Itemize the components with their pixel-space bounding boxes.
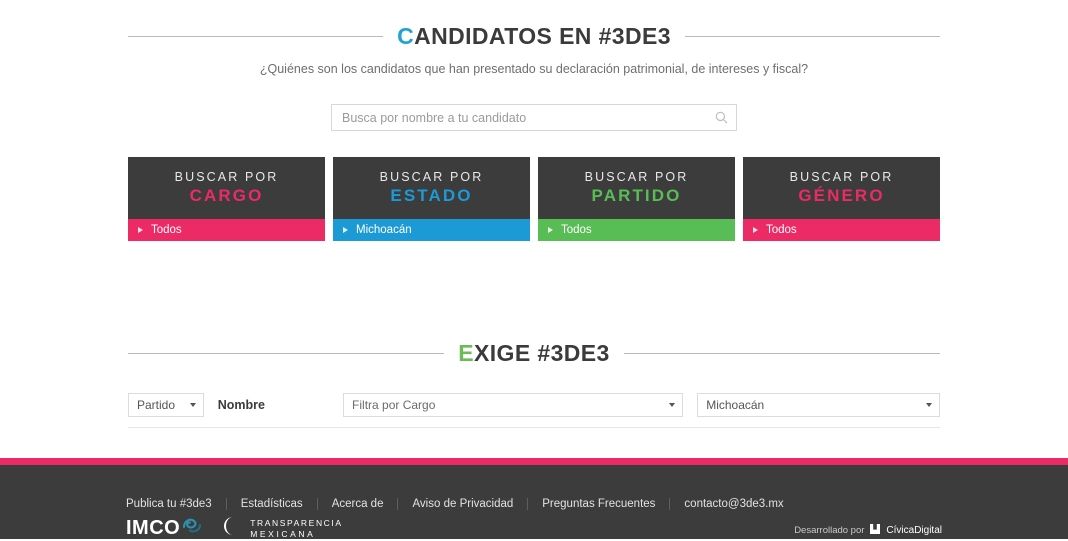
filter-card-partido-line1: BUSCAR POR <box>584 170 689 184</box>
partido-select-value: Partido <box>137 398 176 412</box>
results-filter-row: Partido Nombre Filtra por Cargo Michoacá… <box>128 393 940 417</box>
chevron-down-icon <box>926 403 932 407</box>
exige-title-rest: XIGE #3DE3 <box>474 340 610 366</box>
heading-rule-left <box>128 36 384 37</box>
estado-select[interactable]: Michoacán <box>697 393 940 417</box>
page-subtitle: ¿Quiénes son los candidatos que han pres… <box>259 62 809 76</box>
filter-card-estado[interactable]: BUSCAR POR ESTADO Michoacán <box>333 157 530 241</box>
triangle-icon <box>343 227 348 233</box>
footer-link-estadisticas[interactable]: Estadísticas <box>225 498 317 510</box>
cargo-select[interactable]: Filtra por Cargo <box>343 393 684 417</box>
filter-card-partido-value: Todos <box>561 224 592 236</box>
triangle-icon <box>548 227 553 233</box>
filter-card-genero-line2: GÉNERO <box>798 186 885 205</box>
search-bar[interactable] <box>331 104 737 131</box>
civica-digital-icon <box>870 524 881 537</box>
transparencia-line2: MEXICANA <box>250 528 316 539</box>
search-icon <box>715 111 728 124</box>
cargo-select-value: Filtra por Cargo <box>352 398 436 412</box>
footer-logos: IMCO TRANSPARENCIA MEXICANA <box>126 516 343 541</box>
search-button[interactable] <box>706 105 736 130</box>
estado-select-value: Michoacán <box>706 398 765 412</box>
imco-logo-text: IMCO <box>126 517 181 539</box>
filter-card-cargo-line1: BUSCAR POR <box>174 170 279 184</box>
footer-credit: Desarrollado por CívicaDigital <box>794 524 942 537</box>
filter-card-partido-value-bar[interactable]: Todos <box>538 219 735 241</box>
triangle-icon <box>138 227 143 233</box>
page-title-rest: ANDIDATOS EN #3DE3 <box>414 23 671 49</box>
transparencia-mark-icon <box>223 516 243 541</box>
filter-cards: BUSCAR POR CARGO Todos BUSCAR POR ESTADO… <box>128 157 940 241</box>
exige-rule-right <box>623 353 940 354</box>
filter-card-cargo-head: BUSCAR POR CARGO <box>128 157 325 219</box>
transparencia-mexicana-logo[interactable]: TRANSPARENCIA MEXICANA <box>223 516 342 541</box>
credit-prefix: Desarrollado por <box>794 525 865 536</box>
filter-card-genero[interactable]: BUSCAR POR GÉNERO Todos <box>743 157 940 241</box>
credit-name[interactable]: CívicaDigital <box>886 525 942 536</box>
form-divider <box>128 427 940 428</box>
filter-card-genero-value: Todos <box>766 224 797 236</box>
footer-link-faq[interactable]: Preguntas Frecuentes <box>527 498 669 510</box>
heading-rule-right <box>684 36 940 37</box>
chevron-down-icon <box>669 403 676 407</box>
chevron-down-icon <box>189 403 196 407</box>
page-title: CANDIDATOS EN #3DE3 <box>397 23 671 50</box>
footer-link-privacidad[interactable]: Aviso de Privacidad <box>397 498 527 510</box>
exige-rule-left <box>128 353 445 354</box>
footer-link-contacto[interactable]: contacto@3de3.mx <box>669 498 797 510</box>
footer-links: Publica tu #3de3 Estadísticas Acerca de … <box>126 498 798 510</box>
filter-card-estado-line2: ESTADO <box>390 186 473 205</box>
filter-card-estado-head: BUSCAR POR ESTADO <box>333 157 530 219</box>
filter-card-partido[interactable]: BUSCAR POR PARTIDO Todos <box>538 157 735 241</box>
triangle-icon <box>753 227 758 233</box>
page-title-accent: C <box>397 23 415 49</box>
filter-card-cargo-value: Todos <box>151 224 182 236</box>
filter-card-genero-head: BUSCAR POR GÉNERO <box>743 157 940 219</box>
footer-link-acerca[interactable]: Acerca de <box>316 498 398 510</box>
filter-card-estado-value-bar[interactable]: Michoacán <box>333 219 530 241</box>
filter-card-partido-line2: PARTIDO <box>591 186 682 205</box>
filter-card-partido-head: BUSCAR POR PARTIDO <box>538 157 735 219</box>
filter-card-cargo-line2: CARGO <box>189 186 264 205</box>
exige-title: EXIGE #3DE3 <box>458 340 609 367</box>
transparencia-line1: TRANSPARENCIA <box>250 517 343 528</box>
imco-logo[interactable]: IMCO <box>126 516 203 540</box>
footer-accent-bar <box>0 458 1068 465</box>
candidatos-section-heading: CANDIDATOS EN #3DE3 <box>128 23 940 50</box>
filter-card-estado-line1: BUSCAR POR <box>379 170 484 184</box>
exige-title-accent: E <box>458 340 475 366</box>
filter-card-cargo-value-bar[interactable]: Todos <box>128 219 325 241</box>
nombre-column-header: Nombre <box>217 398 265 412</box>
page-root: CANDIDATOS EN #3DE3 ¿Quiénes son los can… <box>0 0 1068 539</box>
filter-card-genero-line1: BUSCAR POR <box>789 170 894 184</box>
filter-card-cargo[interactable]: BUSCAR POR CARGO Todos <box>128 157 325 241</box>
search-input[interactable] <box>332 105 706 130</box>
footer-link-publica[interactable]: Publica tu #3de3 <box>126 498 226 510</box>
filter-card-estado-value: Michoacán <box>356 224 412 236</box>
filter-card-genero-value-bar[interactable]: Todos <box>743 219 940 241</box>
transparencia-logo-text: TRANSPARENCIA MEXICANA <box>250 518 342 539</box>
imco-swirl-icon <box>181 516 203 540</box>
exige-section-heading: EXIGE #3DE3 <box>128 340 940 367</box>
partido-select[interactable]: Partido <box>128 393 204 417</box>
